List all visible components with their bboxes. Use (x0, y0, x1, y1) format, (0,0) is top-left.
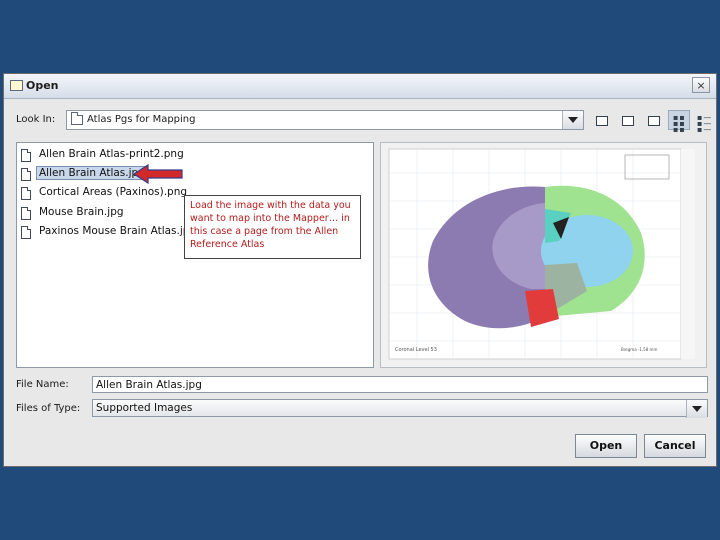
details-view-button[interactable]: ▪— ▪— ▪— (692, 110, 714, 134)
file-name-field[interactable]: Allen Brain Atlas.jpg (92, 376, 708, 393)
list-view-button[interactable]: ▪▪ ▪▪ ▪▪ (668, 110, 690, 134)
close-button[interactable]: × (692, 77, 710, 93)
dialog-title: Open (26, 79, 59, 92)
files-of-type-value: Supported Images (96, 402, 193, 414)
preview-caption-right: Bregma -1.58 mm (621, 347, 657, 352)
file-icon (21, 187, 31, 200)
file-name: Mouse Brain.jpg (39, 206, 124, 218)
open-button[interactable]: Open (575, 434, 637, 458)
files-of-type-combo[interactable]: Supported Images (92, 399, 708, 418)
file-name-label: File Name: (16, 379, 69, 390)
file-icon (21, 207, 31, 220)
open-dialog: Open × Look In: Atlas Pgs for Mapping ▪▪… (3, 73, 717, 467)
home-icon (622, 116, 634, 126)
file-name: Allen Brain Atlas.jpg (36, 166, 148, 180)
files-of-type-label: Files of Type: (16, 403, 81, 414)
look-in-value: Atlas Pgs for Mapping (87, 114, 196, 125)
file-name: Allen Brain Atlas-print2.png (39, 148, 184, 160)
up-one-level-button[interactable] (590, 110, 612, 130)
new-folder-icon (648, 116, 660, 126)
chevron-down-icon[interactable] (562, 111, 583, 129)
up-one-level-icon (596, 116, 608, 126)
app-icon (10, 80, 23, 91)
chevron-down-icon[interactable] (686, 400, 707, 418)
file-icon (21, 149, 31, 162)
pointer-arrow-icon (134, 164, 183, 184)
preview-caption-left: Coronal Level 53 (395, 347, 437, 353)
cancel-button[interactable]: Cancel (644, 434, 706, 458)
file-name: Paxinos Mouse Brain Atlas.jpg (39, 225, 197, 237)
file-icon (21, 168, 31, 181)
new-folder-button[interactable] (642, 110, 664, 130)
home-button[interactable] (616, 110, 638, 130)
look-in-label: Look In: (16, 114, 56, 125)
brain-atlas-thumbnail: Coronal Level 53 Bregma -1.58 mm (388, 148, 695, 360)
folder-icon (71, 112, 83, 125)
details-view-icon: ▪— ▪— ▪— (697, 113, 713, 134)
file-name: Cortical Areas (Paxinos).png (39, 186, 188, 198)
list-view-icon: ▪▪ ▪▪ ▪▪ (673, 113, 686, 134)
file-icon (21, 226, 31, 239)
title-bar[interactable]: Open × (4, 74, 716, 99)
annotation-callout: Load the image with the data you want to… (184, 195, 361, 259)
look-in-combo[interactable]: Atlas Pgs for Mapping (66, 110, 584, 130)
image-preview: Coronal Level 53 Bregma -1.58 mm (380, 142, 707, 368)
